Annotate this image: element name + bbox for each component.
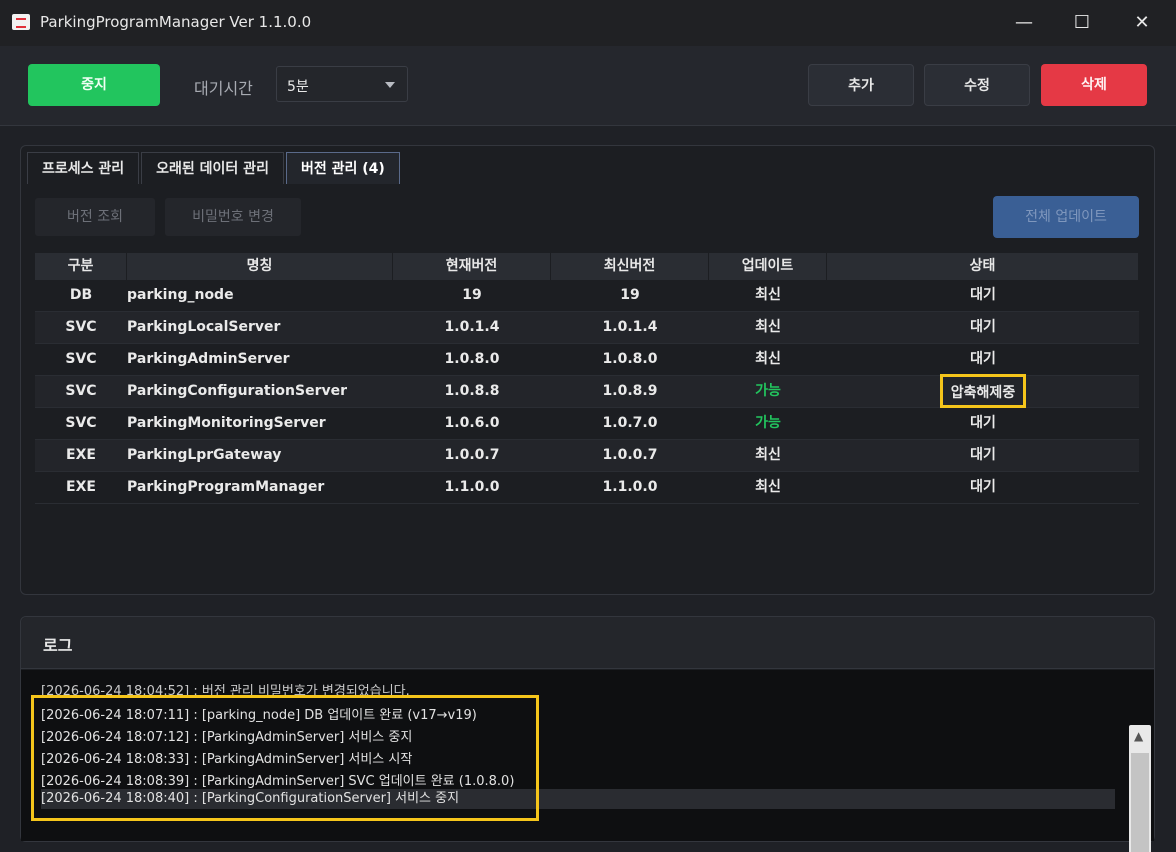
cell-status: 압축해제중 [939, 374, 1027, 408]
cell-type: SVC [65, 383, 97, 399]
scroll-thumb[interactable] [1131, 753, 1149, 852]
minimize-icon[interactable]: — [1004, 8, 1044, 38]
edit-button[interactable]: 수정 [924, 64, 1030, 106]
app-icon [12, 14, 30, 30]
cell-status: 대기 [970, 415, 996, 431]
table-row[interactable]: EXE ParkingProgramManager 1.1.0.0 1.1.0.… [35, 472, 1139, 504]
cell-name: ParkingMonitoringServer [127, 415, 326, 431]
cell-name: ParkingLocalServer [127, 319, 281, 335]
table-row[interactable]: SVC ParkingConfigurationServer 1.0.8.8 1… [35, 374, 1139, 408]
cell-update: 최신 [755, 351, 781, 367]
cell-type: SVC [65, 351, 97, 367]
cell-type: EXE [66, 447, 96, 463]
cell-update: 가능 [755, 415, 781, 431]
cell-latest: 1.0.7.0 [602, 415, 658, 431]
cell-latest: 1.0.1.4 [602, 319, 658, 335]
stop-button[interactable]: 중지 [28, 64, 160, 106]
table-row[interactable]: DB parking_node 19 19 최신 대기 [35, 280, 1139, 312]
col-update[interactable]: 업데이트 [709, 253, 827, 280]
close-icon[interactable]: ✕ [1122, 8, 1162, 38]
cell-name: ParkingAdminServer [127, 351, 290, 367]
cell-update: 가능 [755, 383, 781, 399]
log-highlight-box [31, 695, 539, 821]
tab-process[interactable]: 프로세스 관리 [27, 152, 140, 184]
cell-current: 1.0.0.7 [444, 447, 500, 463]
log-scrollbar[interactable]: ▲ ▼ [1129, 725, 1151, 852]
cell-current: 1.0.1.4 [444, 319, 500, 335]
cell-name: ParkingProgramManager [127, 479, 325, 495]
table-row[interactable]: SVC ParkingLocalServer 1.0.1.4 1.0.1.4 최… [35, 312, 1139, 344]
col-latest[interactable]: 최신버전 [551, 253, 709, 280]
cell-latest: 19 [620, 287, 640, 303]
cell-status: 대기 [970, 351, 996, 367]
cell-type: SVC [65, 415, 97, 431]
cell-name: ParkingConfigurationServer [127, 383, 347, 399]
cell-name: parking_node [127, 287, 234, 303]
tab-bar: 프로세스 관리 오래된 데이터 관리 버전 관리 (4) [27, 152, 402, 184]
table-row[interactable]: SVC ParkingMonitoringServer 1.0.6.0 1.0.… [35, 408, 1139, 440]
window-title: ParkingProgramManager Ver 1.1.0.0 [40, 13, 312, 31]
toolbar: 중지 대기시간 5분 추가 수정 삭제 [0, 46, 1176, 126]
col-name[interactable]: 명칭 [127, 253, 393, 280]
cell-status: 대기 [970, 479, 996, 495]
cell-latest: 1.0.8.9 [602, 383, 658, 399]
col-status[interactable]: 상태 [827, 253, 1139, 280]
add-button[interactable]: 추가 [808, 64, 914, 106]
table-header: 구분 명칭 현재버전 최신버전 업데이트 상태 [35, 253, 1139, 280]
view-version-button[interactable]: 버전 조회 [35, 198, 155, 236]
tab-old-data[interactable]: 오래된 데이터 관리 [141, 152, 284, 184]
log-panel: 로그 [2026-06-24 18:04:52] : 버전 관리 비밀번호가 변… [20, 616, 1155, 852]
version-table: 구분 명칭 현재버전 최신버전 업데이트 상태 DB parking_node … [35, 253, 1139, 504]
scroll-up-icon[interactable]: ▲ [1134, 729, 1143, 743]
cell-name: ParkingLprGateway [127, 447, 282, 463]
col-type[interactable]: 구분 [35, 253, 127, 280]
cell-latest: 1.0.0.7 [602, 447, 658, 463]
wait-time-label: 대기시간 [194, 79, 253, 98]
cell-type: SVC [65, 319, 97, 335]
update-all-button[interactable]: 전체 업데이트 [993, 196, 1139, 238]
cell-update: 최신 [755, 447, 781, 463]
cell-current: 1.0.6.0 [444, 415, 500, 431]
cell-current: 1.1.0.0 [444, 479, 500, 495]
change-password-button[interactable]: 비밀번호 변경 [165, 198, 301, 236]
cell-status: 대기 [970, 447, 996, 463]
wait-time-select[interactable]: 5분 [276, 66, 408, 102]
cell-status-wrap: 압축해제중 [827, 374, 1139, 408]
cell-update: 최신 [755, 287, 781, 303]
cell-type: DB [69, 287, 93, 303]
table-row[interactable]: SVC ParkingAdminServer 1.0.8.0 1.0.8.0 최… [35, 344, 1139, 376]
cell-latest: 1.1.0.0 [602, 479, 658, 495]
wait-time-value: 5분 [287, 79, 309, 95]
cell-status: 대기 [970, 287, 996, 303]
cell-type: EXE [66, 479, 96, 495]
chevron-down-icon [385, 82, 395, 88]
log-header: 로그 [21, 617, 1154, 669]
cell-current: 19 [462, 287, 482, 303]
cell-update: 최신 [755, 319, 781, 335]
cell-latest: 1.0.8.0 [602, 351, 658, 367]
cell-current: 1.0.8.8 [444, 383, 500, 399]
col-current[interactable]: 현재버전 [393, 253, 551, 280]
maximize-icon[interactable]: ☐ [1062, 8, 1102, 38]
version-panel: 프로세스 관리 오래된 데이터 관리 버전 관리 (4) 버전 조회 비밀번호 … [20, 145, 1155, 595]
table-row[interactable]: EXE ParkingLprGateway 1.0.0.7 1.0.0.7 최신… [35, 440, 1139, 472]
cell-current: 1.0.8.0 [444, 351, 500, 367]
title-bar: ParkingProgramManager Ver 1.1.0.0 — ☐ ✕ [0, 0, 1176, 46]
tab-version[interactable]: 버전 관리 (4) [285, 152, 400, 184]
cell-status: 대기 [970, 319, 996, 335]
log-title: 로그 [43, 636, 73, 655]
delete-button[interactable]: 삭제 [1041, 64, 1147, 106]
cell-update: 최신 [755, 479, 781, 495]
